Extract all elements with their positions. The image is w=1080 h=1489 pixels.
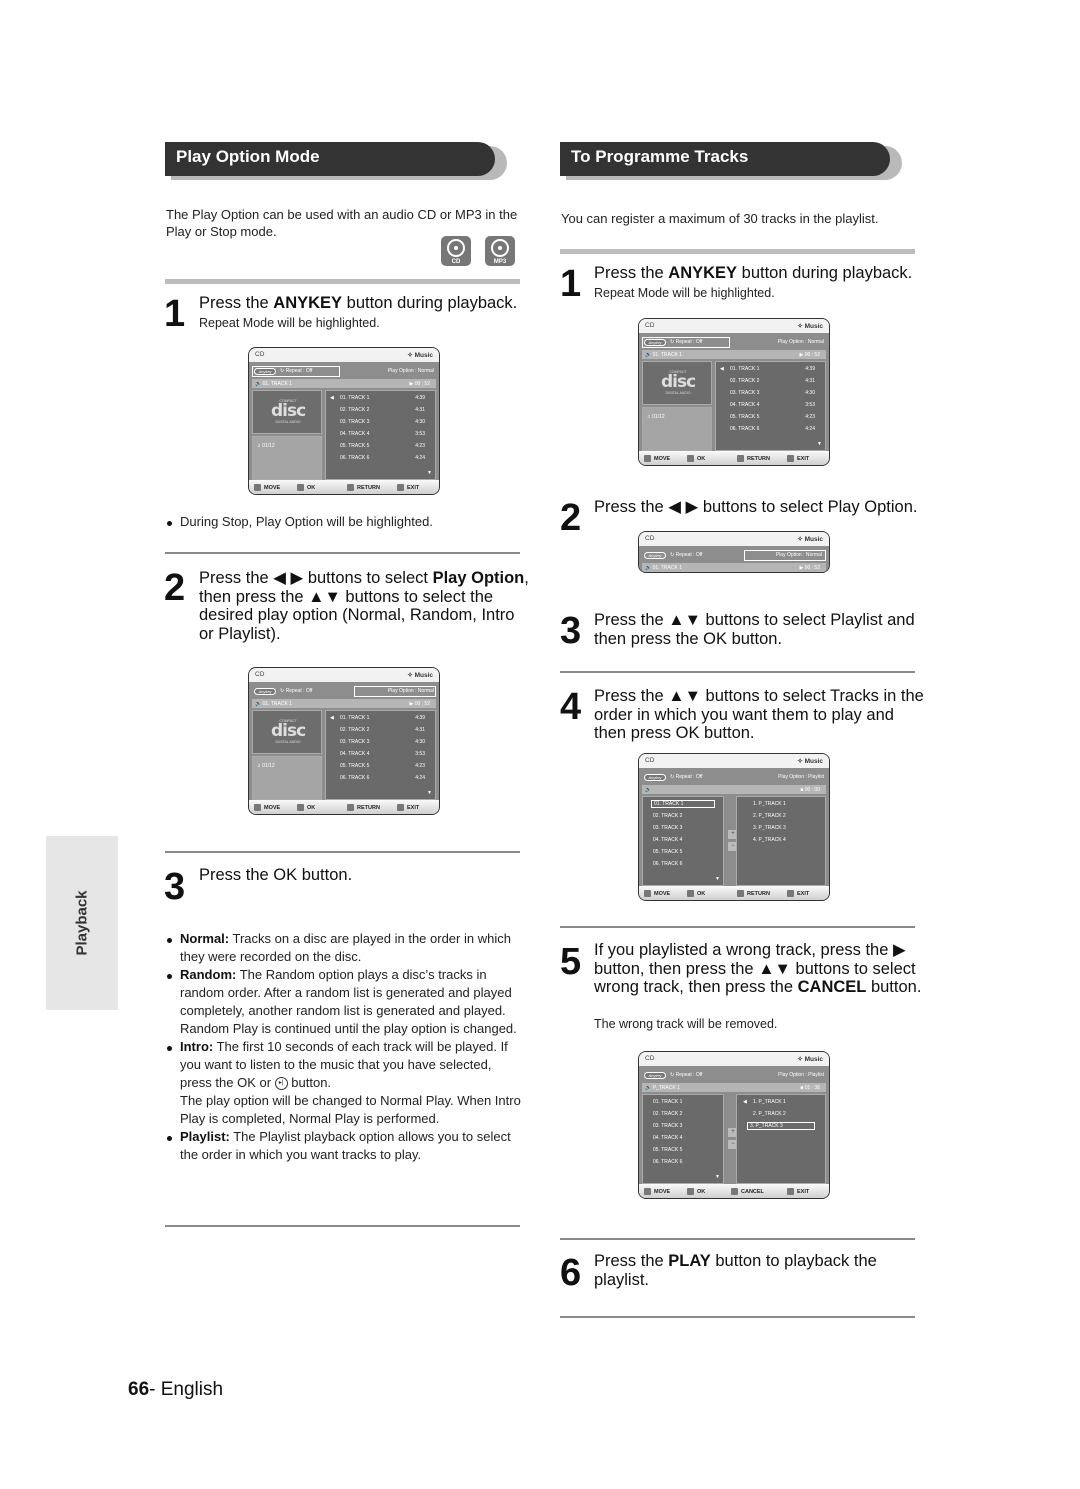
anykey-button: Anykey bbox=[254, 368, 276, 375]
step-number: 1 bbox=[164, 293, 186, 335]
divider bbox=[560, 1238, 915, 1240]
section-title: To Programme Tracks bbox=[560, 142, 890, 176]
step-text: Press the ◀ ▶ buttons to select Play Opt… bbox=[199, 569, 529, 643]
step-text: Press the ◀ ▶ buttons to select Play Opt… bbox=[594, 498, 918, 516]
step-number: 4 bbox=[560, 686, 582, 728]
step-text: Press the ▲▼ buttons to select Tracks in… bbox=[594, 687, 924, 742]
intro-text: You can register a maximum of 30 tracks … bbox=[561, 211, 879, 226]
osd-screen-repeat-highlight: CD ✧ Music Anykey ↻ Repeat : Off Play Optio… bbox=[638, 318, 830, 466]
option-random: Random: The Random option plays a disc’s… bbox=[166, 966, 526, 1038]
note-list: During Stop, Play Option will be highlig… bbox=[166, 513, 526, 531]
option-normal: Normal: Tracks on a disc are played in t… bbox=[166, 930, 526, 966]
osd-screen-playlist-cancel: CD ✧ Music Anykey ↻ Repeat : Off Play Optio… bbox=[638, 1051, 830, 1199]
divider bbox=[165, 1225, 520, 1227]
divider bbox=[560, 926, 915, 928]
play-skip-icon: ▸| bbox=[274, 1077, 288, 1091]
osd-screen-repeat-highlight: CD ✧ Music Anykey ↻ Repeat : Off Play Optio… bbox=[248, 347, 440, 495]
step-number: 2 bbox=[164, 567, 186, 609]
cd-disc-icon: CD bbox=[441, 236, 471, 266]
step-number: 5 bbox=[560, 941, 582, 983]
step-text: Press the OK button. bbox=[199, 866, 353, 884]
step-subtext: Repeat Mode will be highlighted. bbox=[594, 286, 775, 300]
step-number: 6 bbox=[560, 1252, 582, 1294]
step-text: Press the ▲▼ buttons to select Playlist … bbox=[594, 611, 915, 648]
step-text: If you playlisted a wrong track, press t… bbox=[594, 941, 922, 996]
step-text: Press the ANYKEY button during playback. bbox=[199, 294, 518, 312]
step-subtext: Repeat Mode will be highlighted. bbox=[199, 316, 380, 330]
divider bbox=[560, 249, 915, 254]
divider bbox=[560, 1316, 915, 1318]
step-number: 3 bbox=[560, 610, 582, 652]
section-header-programme-tracks: To Programme Tracks bbox=[560, 142, 902, 180]
step-number: 3 bbox=[164, 866, 186, 908]
step-text: Press the PLAY button to playback the pl… bbox=[594, 1252, 877, 1289]
divider bbox=[165, 851, 520, 853]
option-playlist: Playlist: The Playlist playback option a… bbox=[166, 1128, 526, 1164]
mp3-disc-icon: MP3 bbox=[485, 236, 515, 266]
section-header-play-option-mode: Play Option Mode bbox=[165, 142, 507, 180]
option-intro: Intro: The first 10 seconds of each trac… bbox=[166, 1038, 526, 1128]
osd-screen-playlist-edit: CD ✧ Music Anykey ↻ Repeat : Off Play Optio… bbox=[638, 753, 830, 901]
step-number: 1 bbox=[560, 263, 582, 305]
divider bbox=[560, 671, 915, 673]
divider bbox=[165, 552, 520, 554]
play-options-list: Normal: Tracks on a disc are played in t… bbox=[166, 930, 526, 1164]
side-tab-playback: Playback bbox=[46, 836, 118, 1010]
osd-screen-play-option-highlight: CD ✧ Music Anykey ↻ Repeat : Off Play Optio… bbox=[248, 667, 440, 815]
step-text: Press the ANYKEY button during playback. bbox=[594, 264, 913, 282]
section-title: Play Option Mode bbox=[165, 142, 495, 176]
page-footer: 66- English bbox=[128, 1379, 224, 1400]
divider bbox=[165, 279, 520, 284]
intro-text: The Play Option can be used with an audi… bbox=[166, 207, 518, 239]
step-number: 2 bbox=[560, 497, 582, 539]
osd-screen-play-option-mini: CD ✧ Music Anykey ↻ Repeat : Off Play Opt… bbox=[638, 531, 830, 573]
step-subtext: The wrong track will be removed. bbox=[594, 1017, 778, 1031]
